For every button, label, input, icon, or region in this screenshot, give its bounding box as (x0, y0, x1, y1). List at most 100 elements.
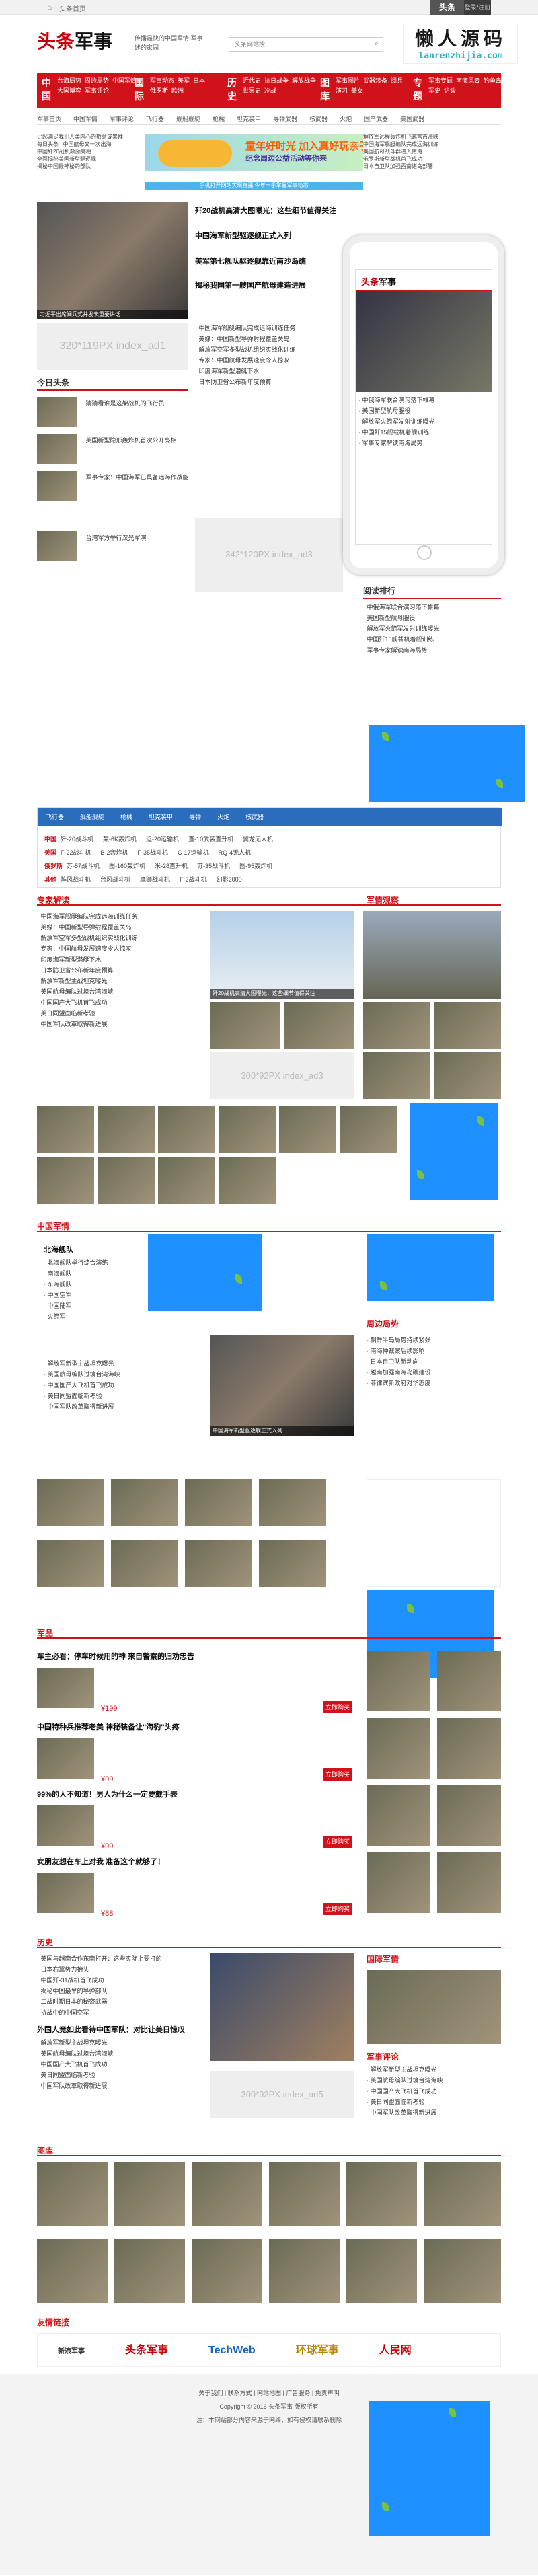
photo-6[interactable] (424, 2162, 501, 2226)
china-gallery-2[interactable] (111, 1479, 178, 1526)
gallery-thumb-6[interactable] (340, 1106, 397, 1153)
gear-side-5[interactable] (367, 1785, 430, 1846)
radio-gallery[interactable] (367, 1479, 501, 1587)
search-input[interactable] (229, 38, 364, 51)
gear-img-3[interactable] (37, 1805, 94, 1846)
headline-4[interactable]: 揭秘我国第一艘国产航母建造进展 (195, 280, 306, 290)
nav-links[interactable]: 台海局势 周边局势 中国军情 大国博弈 军事评论 (41, 76, 137, 96)
gear-title-1[interactable]: 车主必看：停车时候用的神 来自警察的归劝忠告 (37, 1651, 194, 1662)
login-button[interactable]: 登录/注册 (464, 0, 491, 15)
buy-button[interactable]: 立即购买 (323, 1903, 352, 1915)
watch-image[interactable] (363, 911, 501, 999)
gear-side-8[interactable] (437, 1852, 501, 1913)
gear-title-4[interactable]: 女朋友想在车上对我 准备这个就够了！ (37, 1856, 165, 1867)
mobile-strip[interactable]: 手机打开网站实现直播 今年一手掌握军事动态 (145, 182, 363, 190)
gallery-thumb-9[interactable] (158, 1157, 215, 1204)
today-item-1[interactable]: 猜猜看谁是这架战机的飞行员 (82, 398, 188, 409)
headline-button[interactable]: 头条 (430, 0, 464, 15)
home-link[interactable]: 头条首页 (59, 3, 86, 13)
photo-3[interactable] (192, 2162, 262, 2226)
gallery-thumb-10[interactable] (219, 1157, 276, 1204)
nav-group-gallery[interactable]: 军事图片 武器装备 阅兵 演习 美女 图库 (315, 73, 408, 108)
nav-group-history[interactable]: 近代史 抗日战争 解放战争 世界史 冷战 历史 (223, 73, 316, 108)
china-image[interactable]: 中国海军新型驱逐舰正式入列 (210, 1335, 354, 1436)
buy-button[interactable]: 立即购买 (323, 1701, 352, 1713)
gallery-thumb-4[interactable] (219, 1106, 276, 1153)
china-gallery-6[interactable] (111, 1540, 178, 1587)
headline-3[interactable]: 美军第七舰队驱逐舰靠近南沙岛礁 (195, 256, 306, 266)
home-icon[interactable]: ⌂ (47, 3, 52, 12)
nav-group-china[interactable]: 台海局势 周边局势 中国军情 大国博弈 军事评论 中国 (37, 73, 137, 108)
watch-thumb-4[interactable] (434, 1052, 501, 1099)
gear-side-7[interactable] (367, 1852, 430, 1913)
gallery-thumb-7[interactable] (37, 1157, 94, 1204)
gear-img-2[interactable] (37, 1738, 94, 1779)
obama-image[interactable] (210, 1953, 354, 2061)
china-gallery-7[interactable] (185, 1540, 252, 1587)
ad-slot-4[interactable]: 300*92PX index_ad5 (210, 2071, 354, 2118)
gear-title-2[interactable]: 中国特种兵推荐老美 神秘装备让"海豹"头疼 (37, 1721, 180, 1732)
gear-title-3[interactable]: 99%的人不知道！男人为什么一定要戴手表 (37, 1789, 178, 1799)
gear-side-1[interactable] (367, 1651, 430, 1711)
photo-5[interactable] (346, 2162, 417, 2226)
photo-8[interactable] (114, 2239, 185, 2303)
china-head[interactable]: 北海舰队 (44, 1244, 73, 1255)
gallery-thumb-1[interactable] (37, 1106, 94, 1153)
photo-7[interactable] (37, 2239, 108, 2303)
floating-ad[interactable] (369, 725, 525, 802)
search-icon[interactable]: ⌕ (375, 40, 379, 48)
watch-thumb-1[interactable] (363, 1002, 430, 1049)
china-gallery-1[interactable] (37, 1479, 104, 1526)
nav-group-world[interactable]: 军事动态 美军 日本 俄罗斯 欧洲 国际 (130, 73, 223, 108)
ad-slot-1[interactable]: 320*119PX index_ad1 (37, 323, 188, 370)
gallery-thumb-5[interactable] (279, 1106, 336, 1153)
gear-side-4[interactable] (437, 1718, 501, 1779)
floating-ad-2[interactable] (410, 1103, 498, 1200)
today-thumb-2[interactable] (37, 434, 77, 464)
watch-thumb-2[interactable] (434, 1002, 501, 1049)
floating-ad-4[interactable] (367, 1234, 494, 1301)
site-logo[interactable]: 头条军事 (37, 27, 112, 54)
today-thumb-1[interactable] (37, 397, 77, 427)
gallery-thumb-2[interactable] (98, 1106, 155, 1153)
gear-img-4[interactable] (37, 1873, 94, 1913)
photo-11[interactable] (346, 2239, 417, 2303)
today-item-3[interactable]: 军事专家：中国海军已具备远海作战能力 (82, 472, 189, 483)
headline-1[interactable]: 歼20战机高清大图曝光：这些细节值得关注 (195, 205, 336, 216)
buy-button[interactable]: 立即购买 (323, 1768, 352, 1781)
gear-side-3[interactable] (367, 1718, 430, 1779)
buy-button[interactable]: 立即购买 (323, 1836, 352, 1848)
photo-10[interactable] (269, 2239, 340, 2303)
watch-thumb-3[interactable] (363, 1052, 430, 1099)
intl-image[interactable] (367, 1970, 501, 2044)
china-gallery-4[interactable] (259, 1479, 326, 1526)
ad-slot-3[interactable]: 300*92PX index_ad3 (210, 1052, 354, 1099)
photo-12[interactable] (424, 2239, 501, 2303)
promo-banner[interactable]: 童年好时光 加入真好玩亲子群! 纪念周边公益活动等你来 (145, 134, 363, 171)
photo-2[interactable] (114, 2162, 185, 2226)
history-head-2[interactable]: 外国人竟如此看待中国军队：对比让美日惊叹 (37, 2024, 185, 2035)
footer-links[interactable]: 关于我们 | 联系方式 | 网站地图 | 广告服务 | 免责声明 (0, 2388, 538, 2398)
gallery-thumb-8[interactable] (98, 1157, 155, 1204)
ad-slot-2[interactable]: 342*120PX index_ad3 (195, 518, 343, 592)
china-gallery-5[interactable] (37, 1540, 104, 1587)
today-item-4[interactable]: 台湾军方举行汉光军演 (82, 533, 188, 543)
expert-thumb-1[interactable] (210, 1002, 280, 1049)
hero-image[interactable]: 习近平出席阅兵式并发表重要讲话 (37, 202, 188, 319)
headline-2[interactable]: 中国海军新型驱逐舰正式入列 (195, 230, 291, 241)
china-gallery-8[interactable] (259, 1540, 326, 1587)
today-thumb-3[interactable] (37, 471, 77, 501)
china-gallery-3[interactable] (185, 1479, 252, 1526)
photo-1[interactable] (37, 2162, 108, 2226)
gear-side-6[interactable] (437, 1785, 501, 1846)
floating-ad-6[interactable] (369, 2401, 490, 2536)
today-thumb-4[interactable] (37, 531, 77, 561)
floating-ad-3[interactable] (148, 1234, 262, 1311)
photo-9[interactable] (192, 2239, 262, 2303)
photo-4[interactable] (269, 2162, 340, 2226)
nav-group-topics[interactable]: 军事专题 南海风云 钓鱼岛 军史 访谈 专题 (408, 73, 502, 108)
today-item-2[interactable]: 美国新型隐形轰炸机首次公开亮相 (82, 435, 188, 446)
gear-side-2[interactable] (437, 1651, 501, 1711)
jet-image[interactable]: 歼20战机高清大图曝光：这些细节值得关注 (210, 911, 354, 999)
gallery-thumb-3[interactable] (158, 1106, 215, 1153)
